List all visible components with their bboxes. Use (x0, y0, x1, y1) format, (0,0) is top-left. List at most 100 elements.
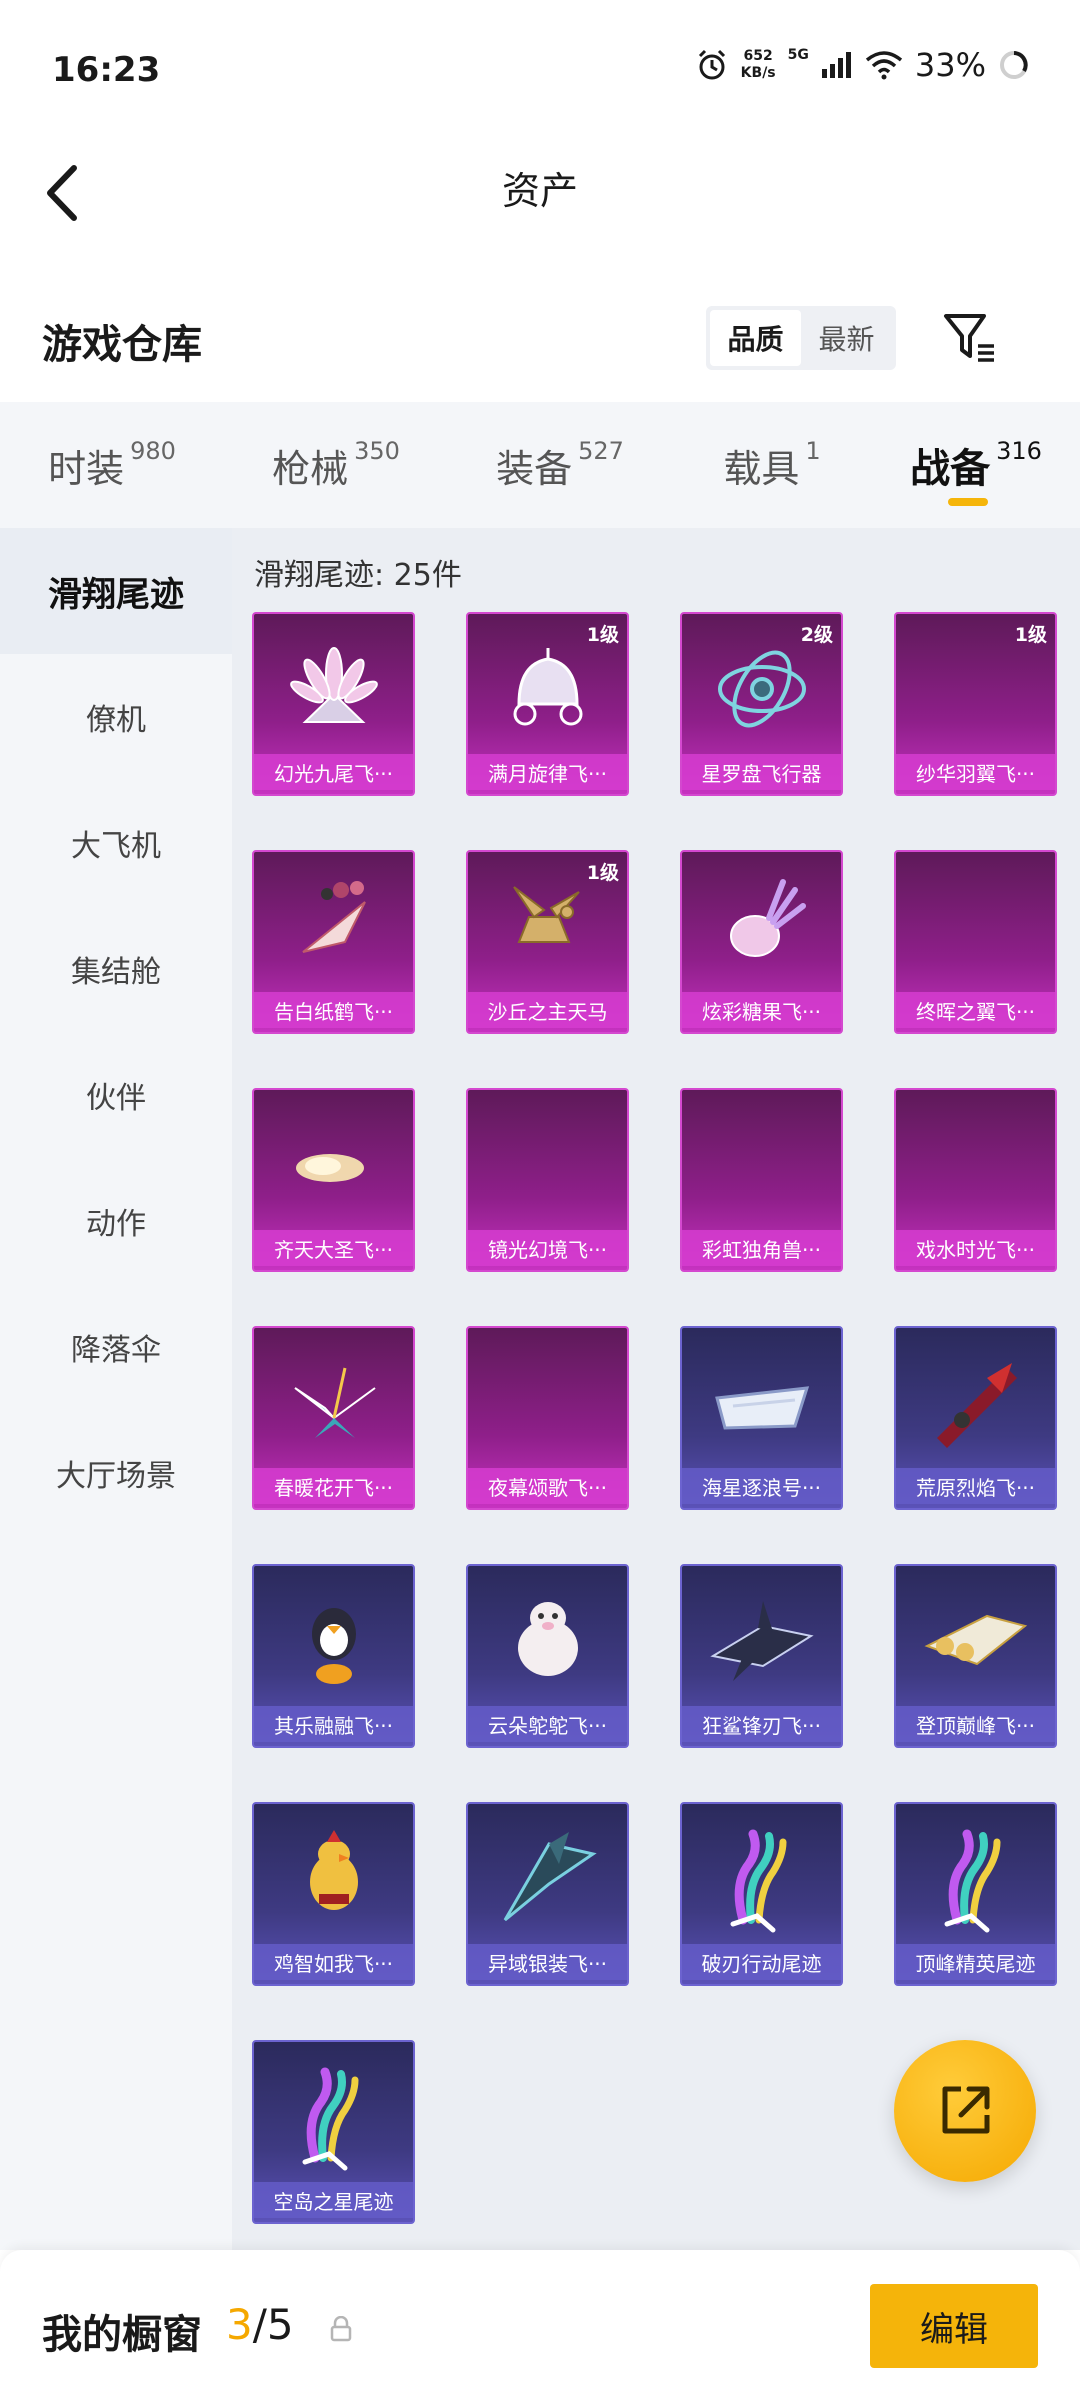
item-card[interactable]: 终晖之翼飞··· (894, 850, 1057, 1034)
item-name: 终晖之翼飞··· (896, 992, 1055, 1028)
tab-count: 980 (130, 437, 176, 465)
shark-glider-icon (682, 1582, 841, 1700)
pegasus-glider-icon (468, 868, 627, 986)
share-button[interactable] (894, 2040, 1036, 2182)
item-card[interactable]: 鸡智如我飞··· (252, 1802, 415, 1986)
chicken-glider-icon (254, 1820, 413, 1938)
candy-glider-icon (682, 868, 841, 986)
item-name: 空岛之星尾迹 (254, 2182, 413, 2218)
showcase-total: /5 (252, 2300, 294, 2349)
item-name: 镜光幻境飞··· (468, 1230, 627, 1266)
item-name: 纱华羽翼飞··· (896, 754, 1055, 790)
tab-label: 时装 (48, 446, 125, 491)
item-name: 彩虹独角兽··· (682, 1230, 841, 1266)
page-title: 资产 (501, 169, 578, 213)
item-card[interactable]: 海星逐浪号··· (680, 1326, 843, 1510)
item-card[interactable]: 告白纸鹤飞··· (252, 850, 415, 1034)
item-card[interactable]: 狂鲨锋刃飞··· (680, 1564, 843, 1748)
paper-crane-glider-icon (254, 868, 413, 986)
item-card[interactable]: 夜幕颂歌飞··· (466, 1326, 629, 1510)
item-card[interactable]: 春暖花开飞··· (252, 1326, 415, 1510)
sidebar-item-big-plane[interactable]: 大飞机 (0, 780, 232, 906)
subcategory-sidebar: 滑翔尾迹 僚机 大飞机 集结舱 伙伴 动作 降落伞 大厅场景 (0, 528, 232, 2250)
sidebar-item-lobby-scene[interactable]: 大厅场景 (0, 1410, 232, 1536)
tab-count: 1 (805, 437, 821, 465)
item-name: 异域银装飞··· (468, 1944, 627, 1980)
penguin-glider-icon (254, 1582, 413, 1700)
tab-label: 枪械 (272, 446, 349, 491)
item-card[interactable]: 镜光幻境飞··· (466, 1088, 629, 1272)
showcase-count: 3/5 (226, 2300, 294, 2349)
item-card[interactable]: 1级 纱华羽翼飞··· (894, 612, 1057, 796)
wing-glider-icon (468, 1820, 627, 1938)
item-name: 云朵鸵鸵飞··· (468, 1706, 627, 1742)
item-card[interactable]: 顶峰精英尾迹 (894, 1802, 1057, 1986)
edit-button[interactable]: 编辑 (870, 2284, 1038, 2368)
share-icon (942, 2086, 990, 2134)
item-card[interactable]: 荒原烈焰飞··· (894, 1326, 1057, 1510)
item-name: 沙丘之主天马 (468, 992, 627, 1028)
battery-icon (1000, 51, 1028, 79)
item-grid-panel: 滑翔尾迹: 25件 幻光九尾飞··· 1级 满月旋律飞··· 2级 星罗盘飞行器 1级 纱华… (232, 528, 1080, 2250)
item-name: 告白纸鹤飞··· (254, 992, 413, 1028)
status-bar: 16:23 652 KB/s 5G 33% (0, 0, 1080, 140)
item-name: 幻光九尾飞··· (254, 754, 413, 790)
sort-newest-option[interactable]: 最新 (801, 310, 892, 366)
boat-glider-icon (682, 1344, 841, 1462)
item-name: 夜幕颂歌飞··· (468, 1468, 627, 1504)
showcase-bar: 我的橱窗 3/5 编辑 (0, 2250, 1080, 2400)
net-speed: 652 KB/s (741, 48, 776, 82)
alpaca-glider-icon (468, 1582, 627, 1700)
item-card[interactable]: 炫彩糖果飞··· (680, 850, 843, 1034)
jet-glider-icon (896, 1582, 1055, 1700)
tab-guns[interactable]: 枪械 350 (224, 402, 448, 528)
network-type: 5G (787, 47, 809, 63)
sidebar-item-emote[interactable]: 动作 (0, 1158, 232, 1284)
smoke-trail-icon (896, 1820, 1055, 1938)
item-name: 春暖花开飞··· (254, 1468, 413, 1504)
item-card[interactable]: 彩虹独角兽··· (680, 1088, 843, 1272)
tab-count: 527 (578, 437, 624, 465)
warehouse-title: 游戏仓库 (42, 322, 202, 368)
sidebar-item-rally-pod[interactable]: 集结舱 (0, 906, 232, 1032)
showcase-label: 我的橱窗 (42, 2312, 202, 2358)
grid-count-heading: 滑翔尾迹: 25件 (254, 558, 462, 593)
sidebar-item-wingman[interactable]: 僚机 (0, 654, 232, 780)
item-name: 星罗盘飞行器 (682, 754, 841, 790)
tab-battle-gear[interactable]: 战备 316 (872, 402, 1080, 528)
page-header: 资产 (0, 140, 1080, 250)
tab-label: 战备 (910, 446, 991, 492)
filter-icon[interactable] (940, 308, 1000, 368)
active-tab-underline (948, 498, 988, 506)
item-card[interactable]: 齐天大圣飞··· (252, 1088, 415, 1272)
item-card[interactable]: 登顶巅峰飞··· (894, 1564, 1057, 1748)
item-card[interactable]: 云朵鸵鸵飞··· (466, 1564, 629, 1748)
smoke-trail-icon (682, 1820, 841, 1938)
astrolabe-glider-icon (682, 630, 841, 748)
item-card[interactable]: 其乐融融飞··· (252, 1564, 415, 1748)
tab-vehicles[interactable]: 载具 1 (672, 402, 872, 528)
carriage-glider-icon (468, 630, 627, 748)
item-card[interactable]: 幻光九尾飞··· (252, 612, 415, 796)
item-card[interactable]: 破刃行动尾迹 (680, 1802, 843, 1986)
item-card[interactable]: 1级 满月旋律飞··· (466, 612, 629, 796)
item-name: 鸡智如我飞··· (254, 1944, 413, 1980)
battery-percent: 33% (914, 46, 986, 84)
item-card[interactable]: 异域银装飞··· (466, 1802, 629, 1986)
sidebar-item-companion[interactable]: 伙伴 (0, 1032, 232, 1158)
tab-fashion[interactable]: 时装 980 (0, 402, 224, 528)
sidebar-item-glide-trail[interactable]: 滑翔尾迹 (0, 528, 232, 654)
status-time: 16:23 (52, 50, 161, 90)
sort-quality-option[interactable]: 品质 (710, 310, 801, 366)
item-card[interactable]: 空岛之星尾迹 (252, 2040, 415, 2224)
tab-equipment[interactable]: 装备 527 (448, 402, 672, 528)
item-card[interactable]: 1级 沙丘之主天马 (466, 850, 629, 1034)
sidebar-item-parachute[interactable]: 降落伞 (0, 1284, 232, 1410)
item-name: 齐天大圣飞··· (254, 1230, 413, 1266)
item-name: 狂鲨锋刃飞··· (682, 1706, 841, 1742)
wifi-icon (865, 51, 902, 80)
status-icons: 652 KB/s 5G 33% (695, 46, 1030, 84)
item-card[interactable]: 2级 星罗盘飞行器 (680, 612, 843, 796)
item-name: 顶峰精英尾迹 (896, 1944, 1055, 1980)
item-card[interactable]: 戏水时光飞··· (894, 1088, 1057, 1272)
